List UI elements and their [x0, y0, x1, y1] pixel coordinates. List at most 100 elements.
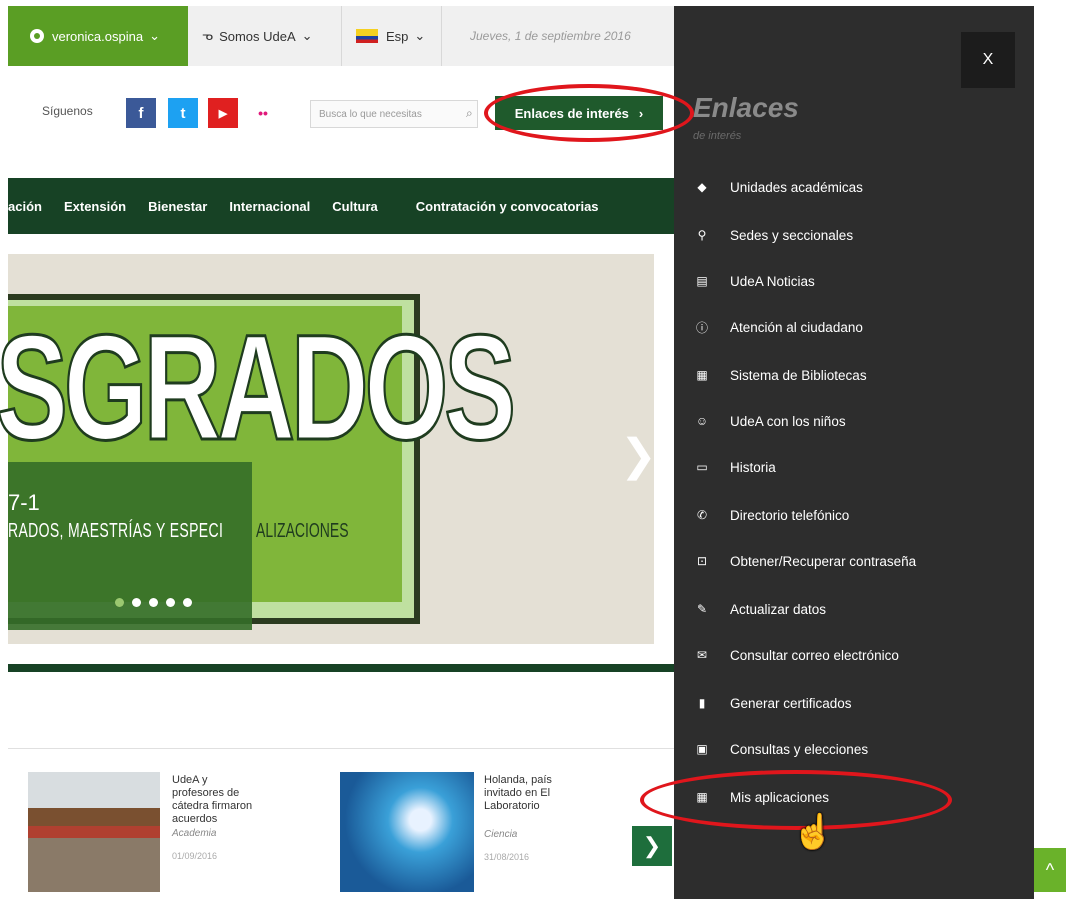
twitter-icon[interactable]: t	[168, 98, 198, 128]
envelope-icon: ✉	[696, 648, 708, 662]
user-icon	[30, 29, 44, 43]
menu-item-label: Mis aplicaciones	[730, 789, 830, 805]
carousel-dot[interactable]	[132, 598, 141, 607]
carousel-dot[interactable]	[115, 598, 124, 607]
carousel-next-icon[interactable]: ❯	[620, 430, 657, 481]
news-title-line: invitado en El	[484, 787, 551, 799]
menu-item-label: UdeA Noticias	[730, 273, 815, 289]
menu-item-label: Generar certificados	[730, 695, 852, 711]
banner-subtitle-left: RADOS, MAESTRÍAS Y ESPECI	[8, 520, 224, 542]
news-title-line: profesores de	[172, 787, 240, 799]
flickr-icon[interactable]: ••	[248, 98, 278, 128]
info-circle-icon: ⓘ	[695, 320, 708, 335]
somos-udea-menu[interactable]: ᓀ Somos UdeA ⌄	[188, 6, 342, 66]
news-item[interactable]: Holanda, país invitado en El Laboratorio…	[484, 774, 604, 862]
news-thumbnail[interactable]	[28, 772, 160, 892]
user-menu-button[interactable]: veronica.ospina ⌄	[8, 6, 188, 66]
nav-item-cultura[interactable]: Cultura	[332, 199, 378, 214]
menu-item-bibliotecas[interactable]: ▦ Sistema de Bibliotecas	[690, 360, 867, 390]
menu-item-directorio[interactable]: ✆ Directorio telefónico	[690, 500, 849, 530]
nav-item-extension[interactable]: Extensión	[64, 199, 126, 214]
menu-item-label: Historia	[730, 459, 776, 475]
news-title-line: Holanda, país	[484, 774, 552, 786]
carousel-dot[interactable]	[166, 598, 175, 607]
newspaper-icon: ▤	[696, 274, 708, 288]
enlaces-de-interes-button[interactable]: Enlaces de interés ›	[495, 96, 663, 130]
carousel-dot[interactable]	[183, 598, 192, 607]
facebook-icon[interactable]: f	[126, 98, 156, 128]
news-title-line: cátedra firmaron	[172, 800, 253, 812]
current-date: Jueves, 1 de septiembre 2016	[470, 29, 631, 43]
smile-icon: ☺	[695, 414, 709, 428]
menu-item-historia[interactable]: ▭ Historia	[690, 452, 776, 482]
menu-item-mis-aplicaciones[interactable]: ▦ Mis aplicaciones	[690, 782, 829, 812]
menu-item-ninos[interactable]: ☺ UdeA con los niños	[690, 406, 846, 436]
hand-cursor-icon: ☝	[792, 813, 835, 851]
menu-item-label: Sistema de Bibliotecas	[730, 367, 867, 383]
news-category: Academia	[172, 828, 217, 839]
youtube-icon[interactable]: ▶	[208, 98, 238, 128]
menu-item-label: Unidades académicas	[730, 179, 863, 195]
scroll-icon: ▭	[696, 460, 708, 474]
nav-item-educacion[interactable]: ación	[8, 199, 42, 214]
carousel-dot[interactable]	[149, 598, 158, 607]
menu-item-consultas[interactable]: ▣ Consultas y elecciones	[690, 734, 868, 764]
apps-grid-icon: ▦	[696, 790, 708, 804]
chevron-right-icon: ›	[638, 105, 644, 121]
grid-icon: ▦	[696, 368, 708, 382]
menu-item-actualizar-datos[interactable]: ✎ Actualizar datos	[690, 594, 826, 624]
search-icon[interactable]: ⌕	[466, 106, 473, 121]
panel-subtitle: de interés	[693, 130, 742, 142]
banner-title: SGRADOS	[0, 303, 517, 471]
chevron-down-icon: ⌄	[149, 28, 160, 43]
pencil-icon: ✎	[696, 602, 708, 616]
nav-item-bienestar[interactable]: Bienestar	[148, 199, 207, 214]
news-category: Ciencia	[484, 829, 518, 840]
chevron-down-icon: ⌄	[301, 28, 313, 43]
banner-bottom-bar	[8, 664, 674, 672]
ballot-icon: ▣	[696, 742, 708, 756]
news-date: 01/09/2016	[172, 851, 218, 861]
menu-item-correo[interactable]: ✉ Consultar correo electrónico	[690, 640, 899, 670]
menu-item-label: Sedes y seccionales	[730, 227, 854, 243]
menu-item-label: Atención al ciudadano	[730, 319, 863, 335]
main-nav: ación Extensión Bienestar Internacional …	[8, 178, 674, 234]
language-selector[interactable]: Esp ⌄	[342, 6, 442, 66]
menu-item-label: Consultar correo electrónico	[730, 647, 899, 663]
menu-item-certificados[interactable]: ▮ Generar certificados	[690, 688, 852, 718]
menu-item-unidades-academicas[interactable]: ◆ Unidades académicas	[690, 172, 863, 202]
news-date: 31/08/2016	[484, 852, 530, 862]
news-next-button[interactable]: ❯	[632, 826, 672, 866]
banner-year: 7-1	[8, 490, 40, 515]
scroll-top-button[interactable]: ^	[1034, 848, 1066, 892]
news-title-line: Laboratorio	[484, 800, 540, 812]
news-item[interactable]: UdeA y profesores de cátedra firmaron ac…	[172, 774, 292, 861]
siguenos-label: Síguenos	[42, 104, 93, 118]
close-panel-button[interactable]: X	[961, 32, 1015, 88]
user-name: veronica.ospina	[52, 28, 144, 44]
phone-icon: ✆	[696, 508, 708, 522]
people-icon: ᓀ	[202, 28, 214, 43]
somos-udea-label: Somos UdeA	[219, 28, 296, 44]
nav-item-internacional[interactable]: Internacional	[229, 199, 310, 214]
news-title-line: UdeA y	[172, 774, 208, 786]
search-placeholder: Busca lo que necesitas	[319, 108, 422, 120]
tag-icon: ◆	[697, 180, 707, 194]
menu-item-label: UdeA con los niños	[730, 413, 846, 429]
menu-item-label: Directorio telefónico	[730, 507, 850, 523]
menu-item-sedes[interactable]: ⚲ Sedes y seccionales	[690, 220, 853, 250]
menu-item-atencion[interactable]: ⓘ Atención al ciudadano	[690, 312, 863, 342]
nav-item-contratacion[interactable]: Contratación y convocatorias	[416, 199, 599, 214]
menu-item-label: Consultas y elecciones	[730, 741, 869, 757]
colombia-flag-icon	[356, 29, 378, 43]
chevron-down-icon: ⌄	[414, 28, 426, 43]
menu-item-contrasena[interactable]: ⊡ Obtener/Recuperar contraseña	[690, 546, 916, 576]
map-pin-icon: ⚲	[697, 228, 707, 242]
news-divider	[8, 748, 674, 749]
search-input[interactable]: Busca lo que necesitas	[310, 100, 478, 128]
carousel-dots[interactable]	[115, 598, 192, 607]
news-thumbnail[interactable]	[340, 772, 474, 892]
menu-item-udea-noticias[interactable]: ▤ UdeA Noticias	[690, 266, 815, 296]
menu-item-label: Actualizar datos	[730, 601, 827, 617]
banner-subtitle-right: ALIZACIONES	[256, 520, 349, 542]
